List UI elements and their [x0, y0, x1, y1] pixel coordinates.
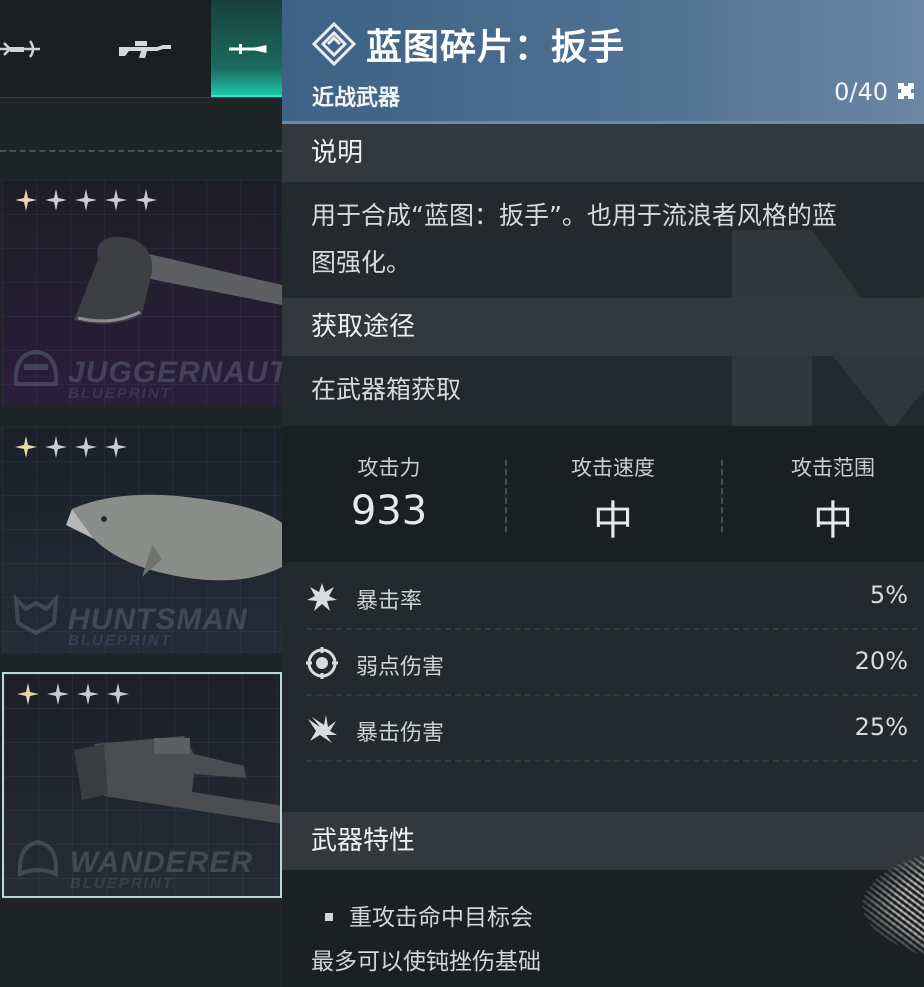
- blueprint-card-huntsman[interactable]: HUNTSMAN BLUEPRINT: [2, 427, 282, 653]
- description-line-2: 图强化。: [311, 248, 412, 277]
- item-header: 蓝图碎片：扳手 近战武器 0/40: [282, 0, 924, 124]
- shatter-icon: [308, 715, 337, 743]
- blueprint-list-panel: JUGGERNAUT BLUEPRINT HUNTSMAN BLUEPRINT: [0, 0, 282, 987]
- attr-row-crit-rate: 暴击率 5%: [306, 564, 918, 630]
- stat-attack-speed: 攻击速度 中: [506, 426, 720, 562]
- stat-attack-power: 攻击力 933: [282, 426, 496, 562]
- traits-panel: 重攻击命中目标会 最多可以使钝挫伤基础: [282, 870, 924, 987]
- brand-watermark: WANDERER BLUEPRINT: [12, 838, 254, 892]
- item-title: 蓝图碎片：扳手: [366, 27, 626, 68]
- stat-value: 933: [350, 488, 428, 534]
- stat-value: 中: [593, 498, 633, 544]
- brand-sub: BLUEPRINT: [68, 385, 172, 402]
- crossbow-icon: [0, 40, 40, 58]
- star-icon: [135, 189, 157, 211]
- brand-sub: BLUEPRINT: [70, 875, 174, 892]
- stats-panel: 攻击力 933 攻击速度 中 攻击范围 中: [282, 426, 924, 562]
- stat-label: 攻击速度: [571, 456, 655, 480]
- star-icon: [105, 436, 127, 458]
- puzzle-piece-icon: [898, 83, 914, 99]
- burst-icon: [307, 583, 337, 611]
- source-heading: 获取途径: [282, 298, 924, 356]
- target-icon: [306, 647, 338, 679]
- bullet-icon: [325, 912, 333, 921]
- item-category: 近战武器: [312, 86, 401, 111]
- source-text: 在武器箱获取: [311, 375, 462, 404]
- star-icon: [45, 189, 67, 211]
- trait-line-2: 最多可以使钝挫伤基础: [311, 942, 541, 976]
- stat-divider: [721, 460, 723, 532]
- star-icon: [107, 683, 129, 705]
- hooded-emblem-icon: [17, 839, 59, 877]
- stat-label: 攻击力: [357, 456, 421, 480]
- attr-value: 5%: [869, 581, 908, 609]
- helmet-emblem-icon: [13, 349, 59, 386]
- star-icon: [105, 189, 127, 211]
- star-icon: [15, 436, 37, 458]
- attr-value: 20%: [854, 647, 908, 675]
- tab-crossbow[interactable]: [0, 0, 50, 98]
- attr-value: 25%: [854, 713, 908, 741]
- list-divider: [0, 150, 282, 152]
- brand-name: HUNTSMAN: [68, 603, 248, 636]
- rarity-stars: [14, 435, 128, 459]
- brand-name: WANDERER: [70, 846, 254, 879]
- blueprint-card-wanderer[interactable]: WANDERER BLUEPRINT: [2, 672, 282, 898]
- rarity-stars: [14, 188, 158, 212]
- attr-row-crit-damage: 暴击伤害 25%: [306, 696, 918, 762]
- brand-name: JUGGERNAUT: [68, 356, 282, 389]
- attr-name: 弱点伤害: [356, 655, 445, 680]
- attr-row-weakspot-damage: 弱点伤害 20%: [306, 630, 918, 696]
- weapon-type-tabs: [0, 0, 282, 98]
- rifle-icon: [119, 41, 171, 58]
- tab-rifle[interactable]: [108, 0, 182, 98]
- star-icon: [47, 683, 69, 705]
- brand-sub: BLUEPRINT: [68, 632, 172, 649]
- star-icon: [15, 189, 37, 211]
- item-detail-panel: 蓝图碎片：扳手 近战武器 0/40 说明 用于合成“蓝图：扳手”。也用于流浪者风…: [282, 0, 924, 987]
- stat-value: 中: [813, 498, 853, 544]
- description-heading: 说明: [282, 124, 924, 182]
- star-icon: [75, 189, 97, 211]
- trait-text-1: 重攻击命中目标会: [349, 905, 533, 931]
- blueprint-fragment-icon: [312, 22, 356, 66]
- description-line-1: 用于合成“蓝图：扳手”。也用于流浪者风格的蓝: [311, 201, 837, 230]
- attr-name: 暴击率: [356, 589, 423, 614]
- wolf-emblem-icon: [13, 595, 59, 635]
- stat-attack-range: 攻击范围 中: [726, 426, 924, 562]
- rarity-stars: [16, 682, 130, 706]
- traits-heading: 武器特性: [282, 812, 924, 870]
- item-count: 0/40: [834, 78, 888, 106]
- star-icon: [45, 436, 67, 458]
- stat-label: 攻击范围: [791, 456, 875, 480]
- tab-melee[interactable]: [211, 0, 282, 98]
- brand-watermark: HUNTSMAN BLUEPRINT: [10, 595, 248, 649]
- star-icon: [77, 683, 99, 705]
- star-icon: [75, 436, 97, 458]
- tab-underline: [0, 97, 282, 98]
- trait-text-2: 最多可以使钝挫伤基础: [311, 949, 541, 975]
- blueprint-card-juggernaut[interactable]: JUGGERNAUT BLUEPRINT: [2, 180, 282, 406]
- brand-watermark: JUGGERNAUT BLUEPRINT: [10, 348, 282, 402]
- trait-line-1: 重攻击命中目标会: [311, 898, 533, 932]
- star-icon: [17, 683, 39, 705]
- melee-blade-icon: [228, 44, 266, 54]
- attr-name: 暴击伤害: [356, 721, 445, 746]
